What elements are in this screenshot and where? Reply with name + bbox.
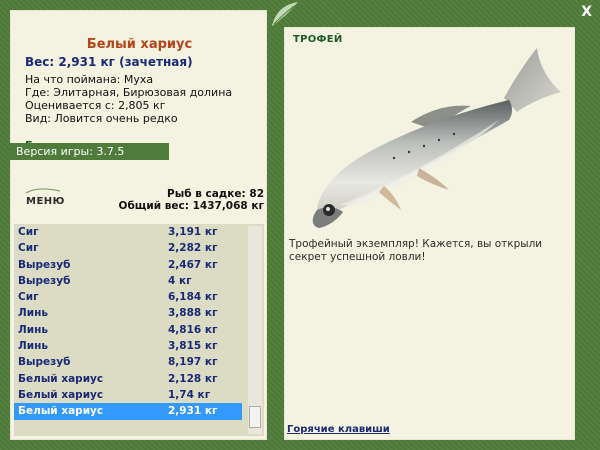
catch-list-row[interactable]: Белый хариус 2,931 кг <box>14 403 242 420</box>
catch-list-row[interactable]: Линь 4,816 кг <box>14 322 264 338</box>
trophy-panel: ТРОФЕЙ Трофейный экземпляр! Кажется, вы … <box>284 27 575 440</box>
species-line: Вид: Ловится очень редко <box>25 112 178 125</box>
version-bar: Версия игры: 3.7.5 <box>10 143 169 160</box>
scrollbar-thumb[interactable] <box>249 406 261 428</box>
game-window: X Белый хариус Вес: 2,931 кг (зачетная) … <box>0 0 600 450</box>
catch-fish-name: Линь <box>18 307 48 320</box>
catch-fish-name: Сиг <box>18 291 39 304</box>
catch-list-row[interactable]: Сиг 3,191 кг <box>14 224 264 240</box>
catch-fish-name: Сиг <box>18 242 39 255</box>
catch-list-row[interactable]: Вырезуб 2,467 кг <box>14 257 264 273</box>
catch-fish-weight: 2,931 кг <box>168 405 218 418</box>
fish-title: Белый хариус <box>86 37 193 52</box>
catch-list-row[interactable]: Линь 3,815 кг <box>14 338 264 354</box>
catch-fish-weight: 4 кг <box>168 274 192 287</box>
fish-image <box>312 48 561 228</box>
catch-fish-weight: 2,128 кг <box>168 372 218 385</box>
catch-list[interactable]: Сиг 3,191 кг Сиг 2,282 кг Вырезуб 2,467 кг Выр… <box>14 224 264 436</box>
catch-fish-weight: 8,197 кг <box>168 356 218 369</box>
catch-fish-weight: 4,816 кг <box>168 323 218 336</box>
catch-fish-name: Вырезуб <box>18 356 71 369</box>
catch-list-row[interactable]: Вырезуб 4 кг <box>14 273 264 289</box>
catch-fish-name: Вырезуб <box>18 274 71 287</box>
catch-list-row[interactable]: Белый хариус 1,74 кг <box>14 387 264 403</box>
catch-list-rows: Сиг 3,191 кг Сиг 2,282 кг Вырезуб 2,467 кг Выр… <box>14 224 264 420</box>
catch-list-row[interactable]: Сиг 6,184 кг <box>14 289 264 305</box>
value-line: Оценивается с: 2,805 кг <box>25 99 166 112</box>
catch-fish-weight: 1,74 кг <box>168 388 211 401</box>
fish-weight: Вес: 2,931 кг (зачетная) <box>25 55 193 69</box>
catch-fish-weight: 6,184 кг <box>168 291 218 304</box>
trophy-message: Трофейный экземпляр! Кажется, вы открыли… <box>289 238 543 263</box>
catch-fish-weight: 3,815 кг <box>168 340 218 353</box>
catch-stats: Рыб в садке: 82 Общий вес: 1437,068 кг <box>119 188 264 212</box>
catch-fish-weight: 3,888 кг <box>168 307 218 320</box>
catch-list-scrollbar[interactable] <box>248 226 262 434</box>
location-line: Где: Элитарная, Бирюзовая долина <box>25 86 233 99</box>
menu-ornament-icon <box>26 188 60 194</box>
catch-fish-name: Белый хариус <box>18 372 104 385</box>
catch-list-row[interactable]: Вырезуб 8,197 кг <box>14 354 264 370</box>
catch-list-row[interactable]: Сиг 2,282 кг <box>14 240 264 256</box>
catch-fish-weight: 3,191 кг <box>168 226 218 238</box>
catch-fish-name: Сиг <box>18 226 39 238</box>
catch-fish-name: Линь <box>18 340 48 353</box>
hotkeys-link[interactable]: Горячие клавиши <box>287 424 390 435</box>
keepnet-count: Рыб в садке: 82 <box>167 188 264 200</box>
catch-fish-name: Вырезуб <box>18 258 71 271</box>
catch-list-row[interactable]: Белый хариус 2,128 кг <box>14 371 264 387</box>
catch-list-row[interactable]: Линь 3,888 кг <box>14 305 264 321</box>
catch-fish-name: Белый хариус <box>18 405 104 418</box>
catch-fish-name: Линь <box>18 323 48 336</box>
menu-button[interactable]: МЕНЮ <box>26 196 65 207</box>
catch-fish-weight: 2,282 кг <box>168 242 218 255</box>
bait-line: На что поймана: Муха <box>25 73 154 86</box>
total-weight: Общий вес: 1437,068 кг <box>118 200 264 212</box>
close-button[interactable]: X <box>581 4 592 20</box>
catch-fish-weight: 2,467 кг <box>168 258 218 271</box>
catch-fish-name: Белый хариус <box>18 388 104 401</box>
leaf-ornament-icon <box>272 2 298 26</box>
fish-details: На что поймана: Муха Где: Элитарная, Бир… <box>25 73 232 125</box>
